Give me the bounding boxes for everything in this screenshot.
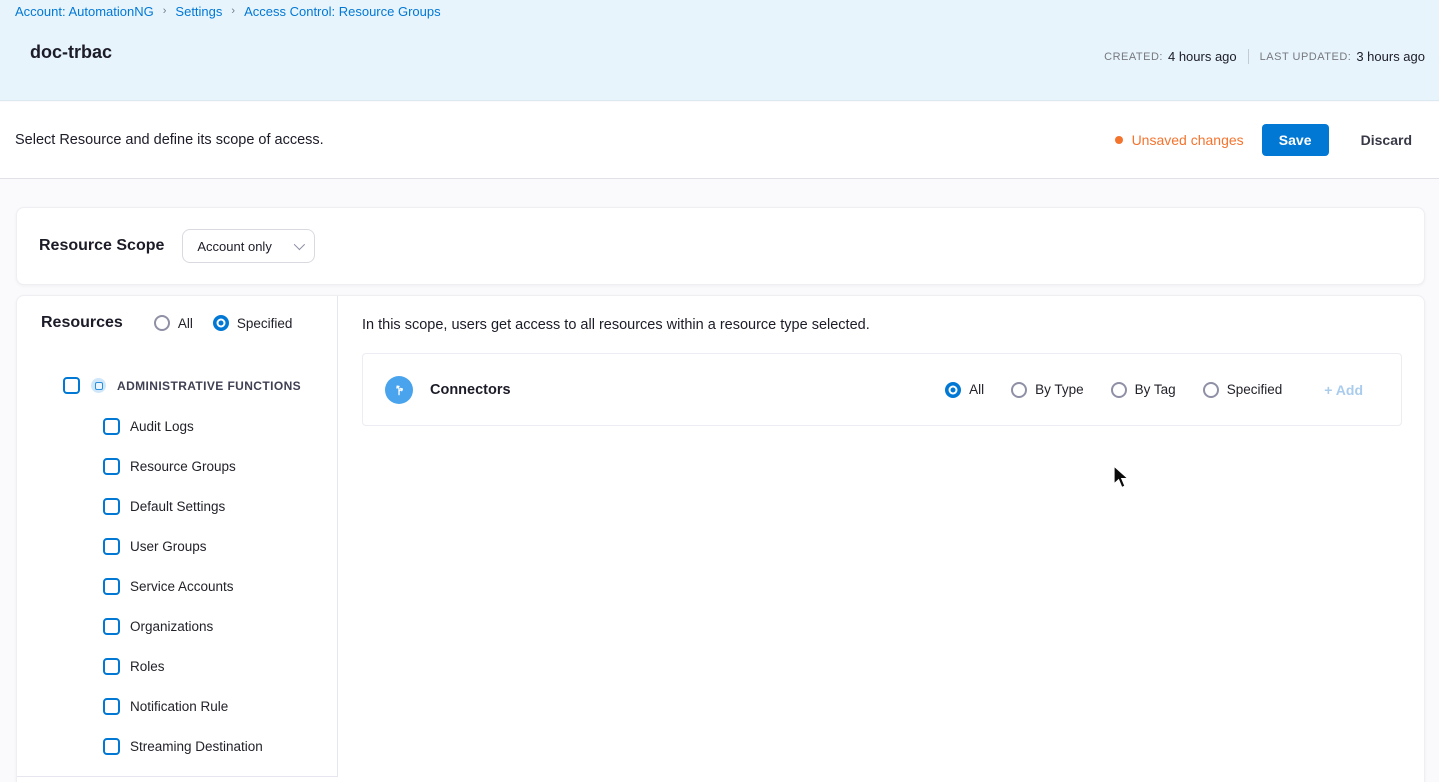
scope-description: Select Resource and define its scope of …: [15, 132, 324, 148]
checkbox[interactable]: [103, 617, 120, 635]
breadcrumb-separator-icon: ›: [231, 4, 236, 17]
radio-option-specified[interactable]: Specified: [212, 315, 293, 331]
connectors-icon: [385, 375, 413, 404]
list-item-label: Roles: [130, 658, 165, 674]
page-header: Account: AutomationNG › Settings › Acces…: [0, 0, 1439, 101]
list-item-label: User Groups: [130, 538, 207, 554]
chevron-down-icon: [294, 238, 306, 251]
resource-checkbox-list: Audit Logs Resource Groups Default Setti…: [103, 417, 263, 777]
list-item-service-accounts[interactable]: Service Accounts: [103, 577, 263, 595]
meta-divider: [1247, 49, 1249, 64]
radio-selected-icon[interactable]: [212, 315, 229, 331]
list-item-label: Default Settings: [130, 498, 226, 514]
resource-name: Connectors: [430, 381, 511, 398]
unsaved-changes-label: Unsaved changes: [1131, 132, 1244, 148]
checkbox[interactable]: [103, 417, 120, 435]
connectors-access-radio-group: All By Type By Tag Specified + Add: [945, 381, 1363, 398]
group-partial-state-icon: [91, 378, 106, 393]
radio-label: All: [969, 382, 985, 397]
scope-note: In this scope, users get access to all r…: [362, 317, 870, 333]
resources-sidebar: Resources All Specified ADMINISTRATIVE F…: [17, 296, 338, 777]
connectors-resource-row: Connectors All By Type By Tag Specified …: [362, 353, 1402, 426]
breadcrumb: Account: AutomationNG › Settings › Acces…: [15, 4, 441, 19]
checkbox[interactable]: [103, 657, 120, 675]
save-button[interactable]: Save: [1261, 124, 1329, 156]
checkbox[interactable]: [103, 737, 120, 755]
checkbox[interactable]: [103, 457, 120, 475]
checkbox[interactable]: [103, 577, 120, 595]
last-updated-value: 3 hours ago: [1356, 49, 1425, 64]
list-item-label: Notification Rule: [130, 698, 229, 714]
list-item-audit-logs[interactable]: Audit Logs: [103, 417, 263, 435]
radio-icon[interactable]: [1202, 381, 1219, 398]
radio-option-by-type[interactable]: By Type: [1011, 381, 1084, 398]
last-updated-label: LAST UPDATED:: [1259, 50, 1352, 63]
page-title: doc-trbac: [30, 42, 113, 62]
radio-label: All: [177, 315, 193, 331]
action-toolbar: Select Resource and define its scope of …: [0, 102, 1439, 179]
created-value: 4 hours ago: [1167, 49, 1237, 64]
unsaved-dot-icon: [1114, 136, 1123, 144]
checkbox[interactable]: [103, 537, 120, 555]
radio-icon[interactable]: [1110, 381, 1127, 398]
radio-option-all[interactable]: All: [945, 381, 985, 398]
list-item-label: Organizations: [130, 618, 214, 634]
list-item-notification-rule[interactable]: Notification Rule: [103, 697, 263, 715]
created-label: CREATED:: [1104, 50, 1163, 63]
unsaved-changes-indicator: Unsaved changes: [1114, 132, 1244, 148]
group-checkbox[interactable]: [63, 377, 80, 394]
list-item-user-groups[interactable]: User Groups: [103, 537, 263, 555]
resources-heading: Resources: [41, 314, 123, 331]
radio-selected-icon[interactable]: [945, 381, 962, 398]
checkbox[interactable]: [103, 697, 120, 715]
radio-label: Specified: [236, 315, 293, 331]
breadcrumb-separator-icon: ›: [162, 4, 167, 17]
list-item-roles[interactable]: Roles: [103, 657, 263, 675]
toolbar-actions: Unsaved changes Save Discard: [1114, 124, 1412, 156]
breadcrumb-access-control-link[interactable]: Access Control: Resource Groups: [244, 4, 441, 19]
add-resources-link[interactable]: + Add: [1324, 382, 1363, 398]
list-item-label: Streaming Destination: [130, 738, 263, 754]
radio-label: Specified: [1226, 382, 1283, 397]
list-item-default-settings[interactable]: Default Settings: [103, 497, 263, 515]
radio-icon[interactable]: [1011, 381, 1028, 398]
radio-option-all[interactable]: All: [153, 315, 193, 331]
list-item-streaming-destination[interactable]: Streaming Destination: [103, 737, 263, 755]
breadcrumb-settings-link[interactable]: Settings: [175, 4, 222, 19]
breadcrumb-account-link[interactable]: Account: AutomationNG: [15, 4, 154, 19]
discard-button[interactable]: Discard: [1361, 132, 1412, 148]
resources-card: Resources All Specified ADMINISTRATIVE F…: [16, 295, 1425, 782]
list-item-label: Audit Logs: [130, 418, 194, 434]
resource-scope-selected-value: Account only: [197, 238, 272, 254]
list-item-label: Service Accounts: [130, 578, 234, 594]
radio-icon[interactable]: [153, 315, 170, 331]
resource-scope-heading: Resource Scope: [39, 237, 165, 254]
resources-sidebar-header: Resources All Specified: [41, 314, 292, 332]
resource-scope-select[interactable]: Account only: [182, 229, 316, 263]
list-item-organizations[interactable]: Organizations: [103, 617, 263, 635]
checkbox[interactable]: [103, 497, 120, 515]
header-meta: CREATED: 4 hours ago LAST UPDATED: 3 hou…: [1104, 49, 1425, 64]
radio-label: By Type: [1035, 382, 1084, 397]
radio-option-specified[interactable]: Specified: [1202, 381, 1283, 398]
list-item-resource-groups[interactable]: Resource Groups: [103, 457, 263, 475]
group-label: ADMINISTRATIVE FUNCTIONS: [117, 378, 302, 393]
resources-mode-radio-group: All Specified: [153, 315, 293, 331]
radio-label: By Tag: [1134, 382, 1176, 397]
resource-group-administrative-functions[interactable]: ADMINISTRATIVE FUNCTIONS: [63, 377, 301, 394]
radio-option-by-tag[interactable]: By Tag: [1110, 381, 1176, 398]
resource-scope-card: Resource Scope Account only: [16, 207, 1425, 285]
list-item-label: Resource Groups: [130, 458, 236, 474]
